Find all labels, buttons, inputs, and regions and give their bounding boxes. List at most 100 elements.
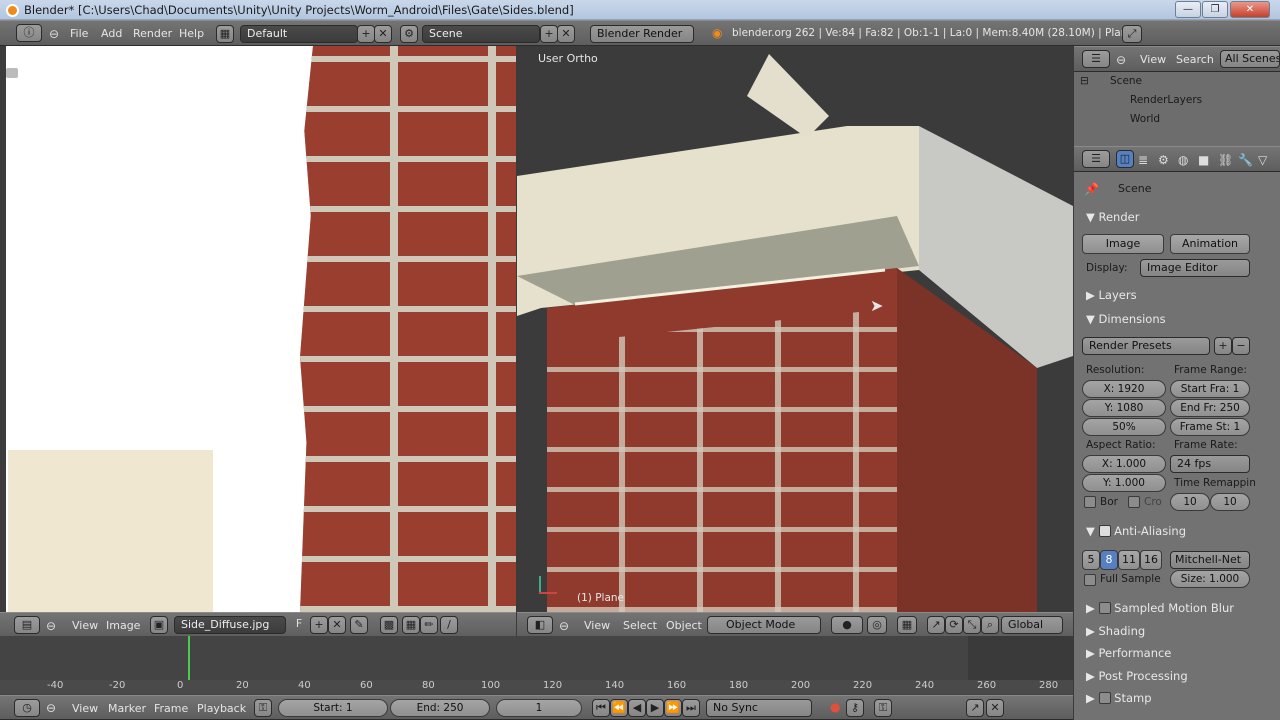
jump-start-icon[interactable]: ⏮ [592,699,610,717]
collapse-icon[interactable]: ⊖ [46,701,56,715]
outliner-type-icon[interactable]: ☰ [1082,50,1110,68]
keyframe-icon[interactable]: ⚷ [846,699,864,717]
outliner-item-scene[interactable]: Scene [1110,75,1142,87]
fullscreen-icon[interactable]: ⤢ [1122,25,1142,43]
constraints-tab-icon[interactable]: ⛓ [1218,153,1233,167]
menu-help[interactable]: Help [179,27,204,40]
add-preset-icon[interactable]: + [1214,337,1232,355]
image-editor-canvas[interactable] [0,46,516,612]
object-tab-icon[interactable]: ■ [1198,153,1209,167]
menu-view[interactable]: View [72,619,98,632]
frame-step-field[interactable]: Frame St: 1 [1170,418,1250,436]
current-frame-field[interactable]: 1 [496,699,582,717]
end-frame-field[interactable]: End Fr: 250 [1170,399,1250,417]
pivot-icon[interactable]: ◎ [867,616,887,634]
render-image-button[interactable]: Image [1082,234,1164,254]
unlink-image-icon[interactable]: ✕ [328,616,346,634]
layers-panel-header[interactable]: ▶ Layers [1086,288,1137,302]
menu-render[interactable]: Render [133,27,172,40]
stamp-checkbox[interactable] [1098,692,1111,704]
close-button[interactable]: ✕ [1230,1,1270,18]
image-browse-icon[interactable]: ▣ [150,616,168,634]
3d-viewport[interactable]: User Ortho ➤ (1) Plane [517,46,1073,612]
aa-sample-11[interactable]: 11 [1118,550,1140,570]
menu-marker[interactable]: Marker [108,702,146,715]
resolution-x-field[interactable]: X: 1920 [1082,380,1166,398]
aa-sample-8[interactable]: 8 [1100,550,1118,570]
properties-type-icon[interactable]: ☰ [1082,150,1110,168]
scene-tab-icon[interactable]: ⚙ [1158,153,1169,167]
translate-icon[interactable]: ↗ [927,616,945,634]
stamp-panel-header[interactable]: ▶ Stamp [1086,691,1152,705]
render-animation-button[interactable]: Animation [1170,234,1250,254]
prev-key-icon[interactable]: ⏪ [610,699,628,717]
new-image-icon[interactable]: + [310,616,328,634]
menu-playback[interactable]: Playback [197,702,246,715]
render-tab-icon[interactable]: ◫ [1116,150,1134,168]
aa-panel-header[interactable]: ▼ Anti-Aliasing [1086,524,1186,538]
maximize-button[interactable]: ❐ [1202,1,1228,18]
menu-object[interactable]: Object [666,619,702,632]
render-engine-select[interactable]: Blender Render [590,25,694,43]
play-icon[interactable]: ▶ [646,699,664,717]
motion-blur-panel-header[interactable]: ▶ Sampled Motion Blur [1086,601,1234,615]
performance-panel-header[interactable]: ▶ Performance [1086,646,1171,660]
render-layers-tab-icon[interactable]: ≣ [1138,153,1148,167]
post-processing-panel-header[interactable]: ▶ Post Processing [1086,669,1188,683]
crop-checkbox[interactable] [1128,496,1140,508]
menu-frame[interactable]: Frame [154,702,188,715]
screen-layout-icon[interactable]: ▦ [216,25,234,43]
slash-icon[interactable]: / [440,616,458,634]
snap-icon[interactable]: ⌕ [981,616,999,634]
full-sample-checkbox[interactable] [1084,574,1096,586]
outliner-item-renderlayers[interactable]: RenderLayers [1130,94,1202,106]
scale-icon[interactable]: ⤡ [963,616,981,634]
pin-icon[interactable]: 📌 [1084,182,1099,196]
aa-filter-select[interactable]: Mitchell-Net [1170,551,1250,569]
menu-image[interactable]: Image [106,619,140,632]
menu-view[interactable]: View [1140,53,1166,66]
sync-select[interactable]: No Sync [706,699,812,717]
end-frame-field[interactable]: End: 250 [390,699,490,717]
image-name-field[interactable]: Side_Diffuse.jpg [174,616,286,634]
render-panel-header[interactable]: ▼ Render [1086,210,1139,224]
insert-key-icon[interactable]: ↗ [966,699,984,717]
outliner-item-world[interactable]: World [1130,113,1160,125]
menu-add[interactable]: Add [101,27,122,40]
fps-select[interactable]: 24 fps [1170,455,1250,473]
mode-select[interactable]: Object Mode [707,616,821,634]
aa-sample-16[interactable]: 16 [1140,550,1162,570]
aspect-x-field[interactable]: X: 1.000 [1082,455,1166,473]
collapse-icon[interactable]: ⊖ [559,619,569,633]
resolution-percentage-field[interactable]: 50% [1082,418,1166,436]
pin-icon[interactable]: ✎ [350,616,368,634]
uv-grid-icon[interactable]: ▩ [380,616,398,634]
remove-screen-icon[interactable]: ✕ [374,25,392,43]
modifiers-tab-icon[interactable]: 🔧 [1238,153,1253,167]
play-reverse-icon[interactable]: ◀ [628,699,646,717]
start-frame-field[interactable]: Start Fra: 1 [1170,380,1250,398]
remove-preset-icon[interactable]: − [1232,337,1250,355]
display-mode-select[interactable]: All Scenes [1220,50,1280,68]
start-frame-field[interactable]: Start: 1 [278,699,388,717]
time-remap-old-field[interactable]: 10 [1170,493,1210,511]
image-editor-type-icon[interactable]: ▤ [14,616,40,634]
data-tab-icon[interactable]: ▽ [1258,153,1267,167]
timeline-type-icon[interactable]: ◷ [14,699,40,717]
menu-view[interactable]: View [584,619,610,632]
editor-type-icon[interactable]: ⓘ [16,24,42,42]
aa-size-field[interactable]: Size: 1.000 [1170,570,1250,588]
orientation-select[interactable]: Global [1001,616,1063,634]
fake-user-button[interactable]: F [290,616,308,634]
minimize-button[interactable]: — [1175,1,1201,18]
remove-scene-icon[interactable]: ✕ [557,25,575,43]
time-remap-new-field[interactable]: 10 [1210,493,1250,511]
next-key-icon[interactable]: ⏩ [664,699,682,717]
menu-select[interactable]: Select [623,619,657,632]
viewport-shading-icon[interactable]: ● [831,616,863,634]
collapse-icon[interactable]: ⊖ [1116,53,1126,67]
record-icon[interactable]: ● [830,700,840,714]
alpha-checker-icon[interactable]: ▦ [402,616,420,634]
keying-icon[interactable]: ⚿ [254,699,272,717]
shading-panel-header[interactable]: ▶ Shading [1086,624,1145,638]
